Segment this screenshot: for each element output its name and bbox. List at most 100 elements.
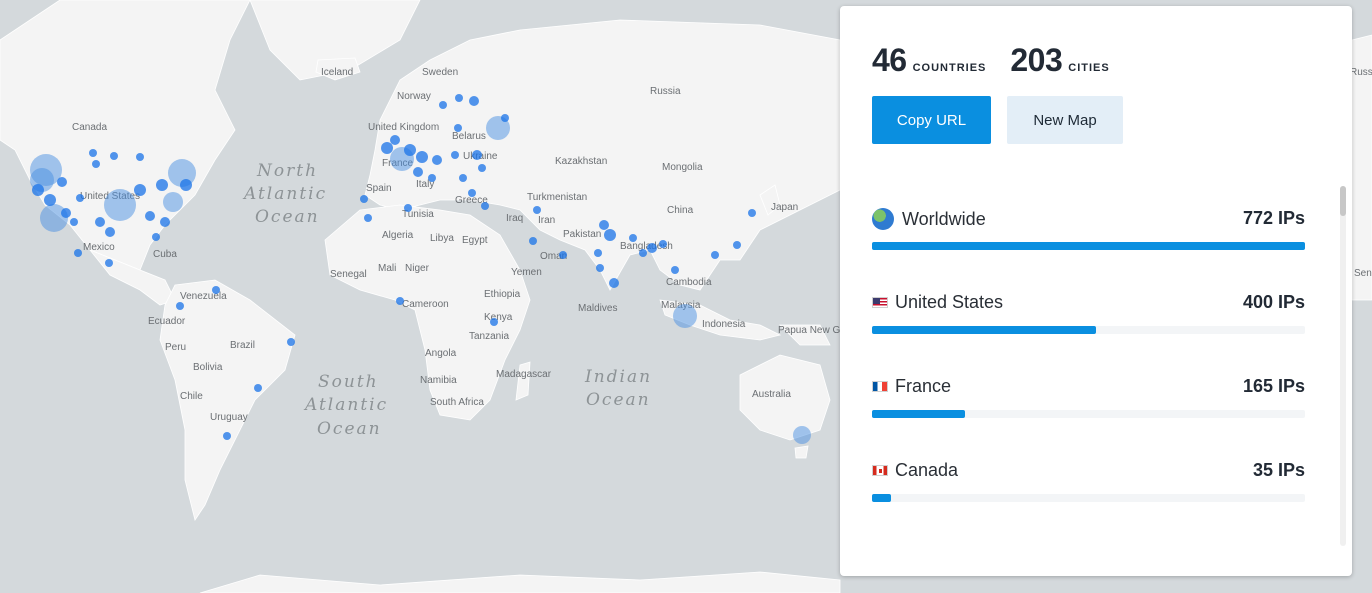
list-item-united-states[interactable]: United States 400 IPs bbox=[872, 292, 1305, 352]
location-marker[interactable] bbox=[152, 233, 160, 241]
location-marker[interactable] bbox=[793, 426, 811, 444]
location-marker[interactable] bbox=[104, 189, 136, 221]
location-marker[interactable] bbox=[478, 164, 486, 172]
location-marker[interactable] bbox=[455, 94, 463, 102]
location-marker[interactable] bbox=[105, 259, 113, 267]
scrollbar-thumb[interactable] bbox=[1340, 186, 1346, 216]
row-count: 400 IPs bbox=[1242, 292, 1305, 312]
location-marker[interactable] bbox=[92, 160, 100, 168]
map-label-venezuela: Venezuela bbox=[180, 291, 227, 302]
location-marker[interactable] bbox=[254, 384, 262, 392]
location-marker[interactable] bbox=[180, 179, 192, 191]
location-marker[interactable] bbox=[529, 237, 537, 245]
location-marker[interactable] bbox=[76, 194, 84, 202]
location-marker[interactable] bbox=[136, 153, 144, 161]
location-marker[interactable] bbox=[364, 214, 372, 222]
location-marker[interactable] bbox=[40, 204, 68, 232]
location-marker[interactable] bbox=[454, 124, 462, 132]
map-label-russia: Russia bbox=[650, 86, 681, 97]
list-item-france[interactable]: France 165 IPs bbox=[872, 376, 1305, 436]
scrollbar[interactable] bbox=[1340, 186, 1346, 546]
copy-url-button[interactable]: Copy URL bbox=[872, 96, 991, 144]
location-marker[interactable] bbox=[469, 96, 479, 106]
location-marker[interactable] bbox=[639, 249, 647, 257]
location-marker[interactable] bbox=[156, 179, 168, 191]
country-list[interactable]: Worldwide 772 IPs United States 400 IPs … bbox=[840, 186, 1352, 546]
location-marker[interactable] bbox=[733, 241, 741, 249]
location-marker[interactable] bbox=[145, 211, 155, 221]
location-marker[interactable] bbox=[604, 229, 616, 241]
location-marker[interactable] bbox=[176, 302, 184, 310]
map-label-kenya: Kenya bbox=[484, 312, 513, 323]
location-marker[interactable] bbox=[223, 432, 231, 440]
location-marker[interactable] bbox=[647, 243, 657, 253]
location-marker[interactable] bbox=[287, 338, 295, 346]
location-marker[interactable] bbox=[89, 149, 97, 157]
location-marker[interactable] bbox=[416, 151, 428, 163]
map-label-norway: Norway bbox=[397, 91, 431, 102]
location-marker[interactable] bbox=[32, 184, 44, 196]
location-marker[interactable] bbox=[70, 218, 78, 226]
map-label-peru: Peru bbox=[165, 342, 186, 353]
list-item-worldwide[interactable]: Worldwide 772 IPs bbox=[872, 208, 1305, 268]
map-label-madagascar: Madagascar bbox=[496, 369, 552, 380]
new-map-button[interactable]: New Map bbox=[1007, 96, 1123, 144]
map-label-chile: Chile bbox=[180, 391, 203, 402]
location-marker[interactable] bbox=[160, 217, 170, 227]
location-marker[interactable] bbox=[212, 286, 220, 294]
map-label-bolivia: Bolivia bbox=[193, 362, 223, 373]
location-marker[interactable] bbox=[134, 184, 146, 196]
location-marker[interactable] bbox=[360, 195, 368, 203]
location-marker[interactable] bbox=[105, 227, 115, 237]
location-marker[interactable] bbox=[44, 194, 56, 206]
map-label-mongolia: Mongolia bbox=[662, 162, 703, 173]
location-marker[interactable] bbox=[629, 234, 637, 242]
location-marker[interactable] bbox=[559, 251, 567, 259]
location-marker[interactable] bbox=[501, 114, 509, 122]
location-marker[interactable] bbox=[428, 174, 436, 182]
location-marker[interactable] bbox=[609, 278, 619, 288]
location-marker[interactable] bbox=[390, 135, 400, 145]
location-marker[interactable] bbox=[57, 177, 67, 187]
location-marker[interactable] bbox=[404, 144, 416, 156]
row-count: 165 IPs bbox=[1242, 376, 1305, 396]
location-marker[interactable] bbox=[404, 204, 412, 212]
location-marker[interactable] bbox=[596, 264, 604, 272]
location-marker[interactable] bbox=[490, 318, 498, 326]
location-marker[interactable] bbox=[413, 167, 423, 177]
location-marker[interactable] bbox=[439, 101, 447, 109]
ocean-label-south-atlantic-1: South bbox=[318, 372, 379, 392]
location-marker[interactable] bbox=[95, 217, 105, 227]
map-label-belarus: Belarus bbox=[452, 131, 486, 142]
map-label-ecuador: Ecuador bbox=[148, 316, 186, 327]
location-marker[interactable] bbox=[459, 174, 467, 182]
location-marker[interactable] bbox=[673, 304, 697, 328]
list-item-canada[interactable]: Canada 35 IPs bbox=[872, 460, 1305, 520]
location-marker[interactable] bbox=[659, 240, 667, 248]
location-marker[interactable] bbox=[451, 151, 459, 159]
location-marker[interactable] bbox=[61, 208, 71, 218]
location-marker[interactable] bbox=[711, 251, 719, 259]
map-label-tanzania: Tanzania bbox=[469, 331, 509, 342]
location-marker[interactable] bbox=[748, 209, 756, 217]
map-label-sen-edge: Sen bbox=[1354, 268, 1372, 279]
location-marker[interactable] bbox=[74, 249, 82, 257]
map-label-cuba: Cuba bbox=[153, 249, 177, 260]
location-marker[interactable] bbox=[472, 150, 482, 160]
location-marker[interactable] bbox=[533, 206, 541, 214]
location-marker[interactable] bbox=[594, 249, 602, 257]
map-label-iceland: Iceland bbox=[321, 67, 353, 78]
location-marker[interactable] bbox=[396, 297, 404, 305]
location-marker[interactable] bbox=[163, 192, 183, 212]
location-marker[interactable] bbox=[468, 189, 476, 197]
location-marker[interactable] bbox=[671, 266, 679, 274]
location-marker[interactable] bbox=[381, 142, 393, 154]
location-marker[interactable] bbox=[110, 152, 118, 160]
location-marker[interactable] bbox=[432, 155, 442, 165]
countries-label: COUNTRIES bbox=[912, 62, 987, 74]
progress-fill bbox=[872, 326, 1097, 334]
map-label-senegal: Senegal bbox=[330, 269, 367, 280]
location-marker[interactable] bbox=[481, 202, 489, 210]
location-marker[interactable] bbox=[599, 220, 609, 230]
map-label-kazakhstan: Kazakhstan bbox=[555, 156, 607, 167]
